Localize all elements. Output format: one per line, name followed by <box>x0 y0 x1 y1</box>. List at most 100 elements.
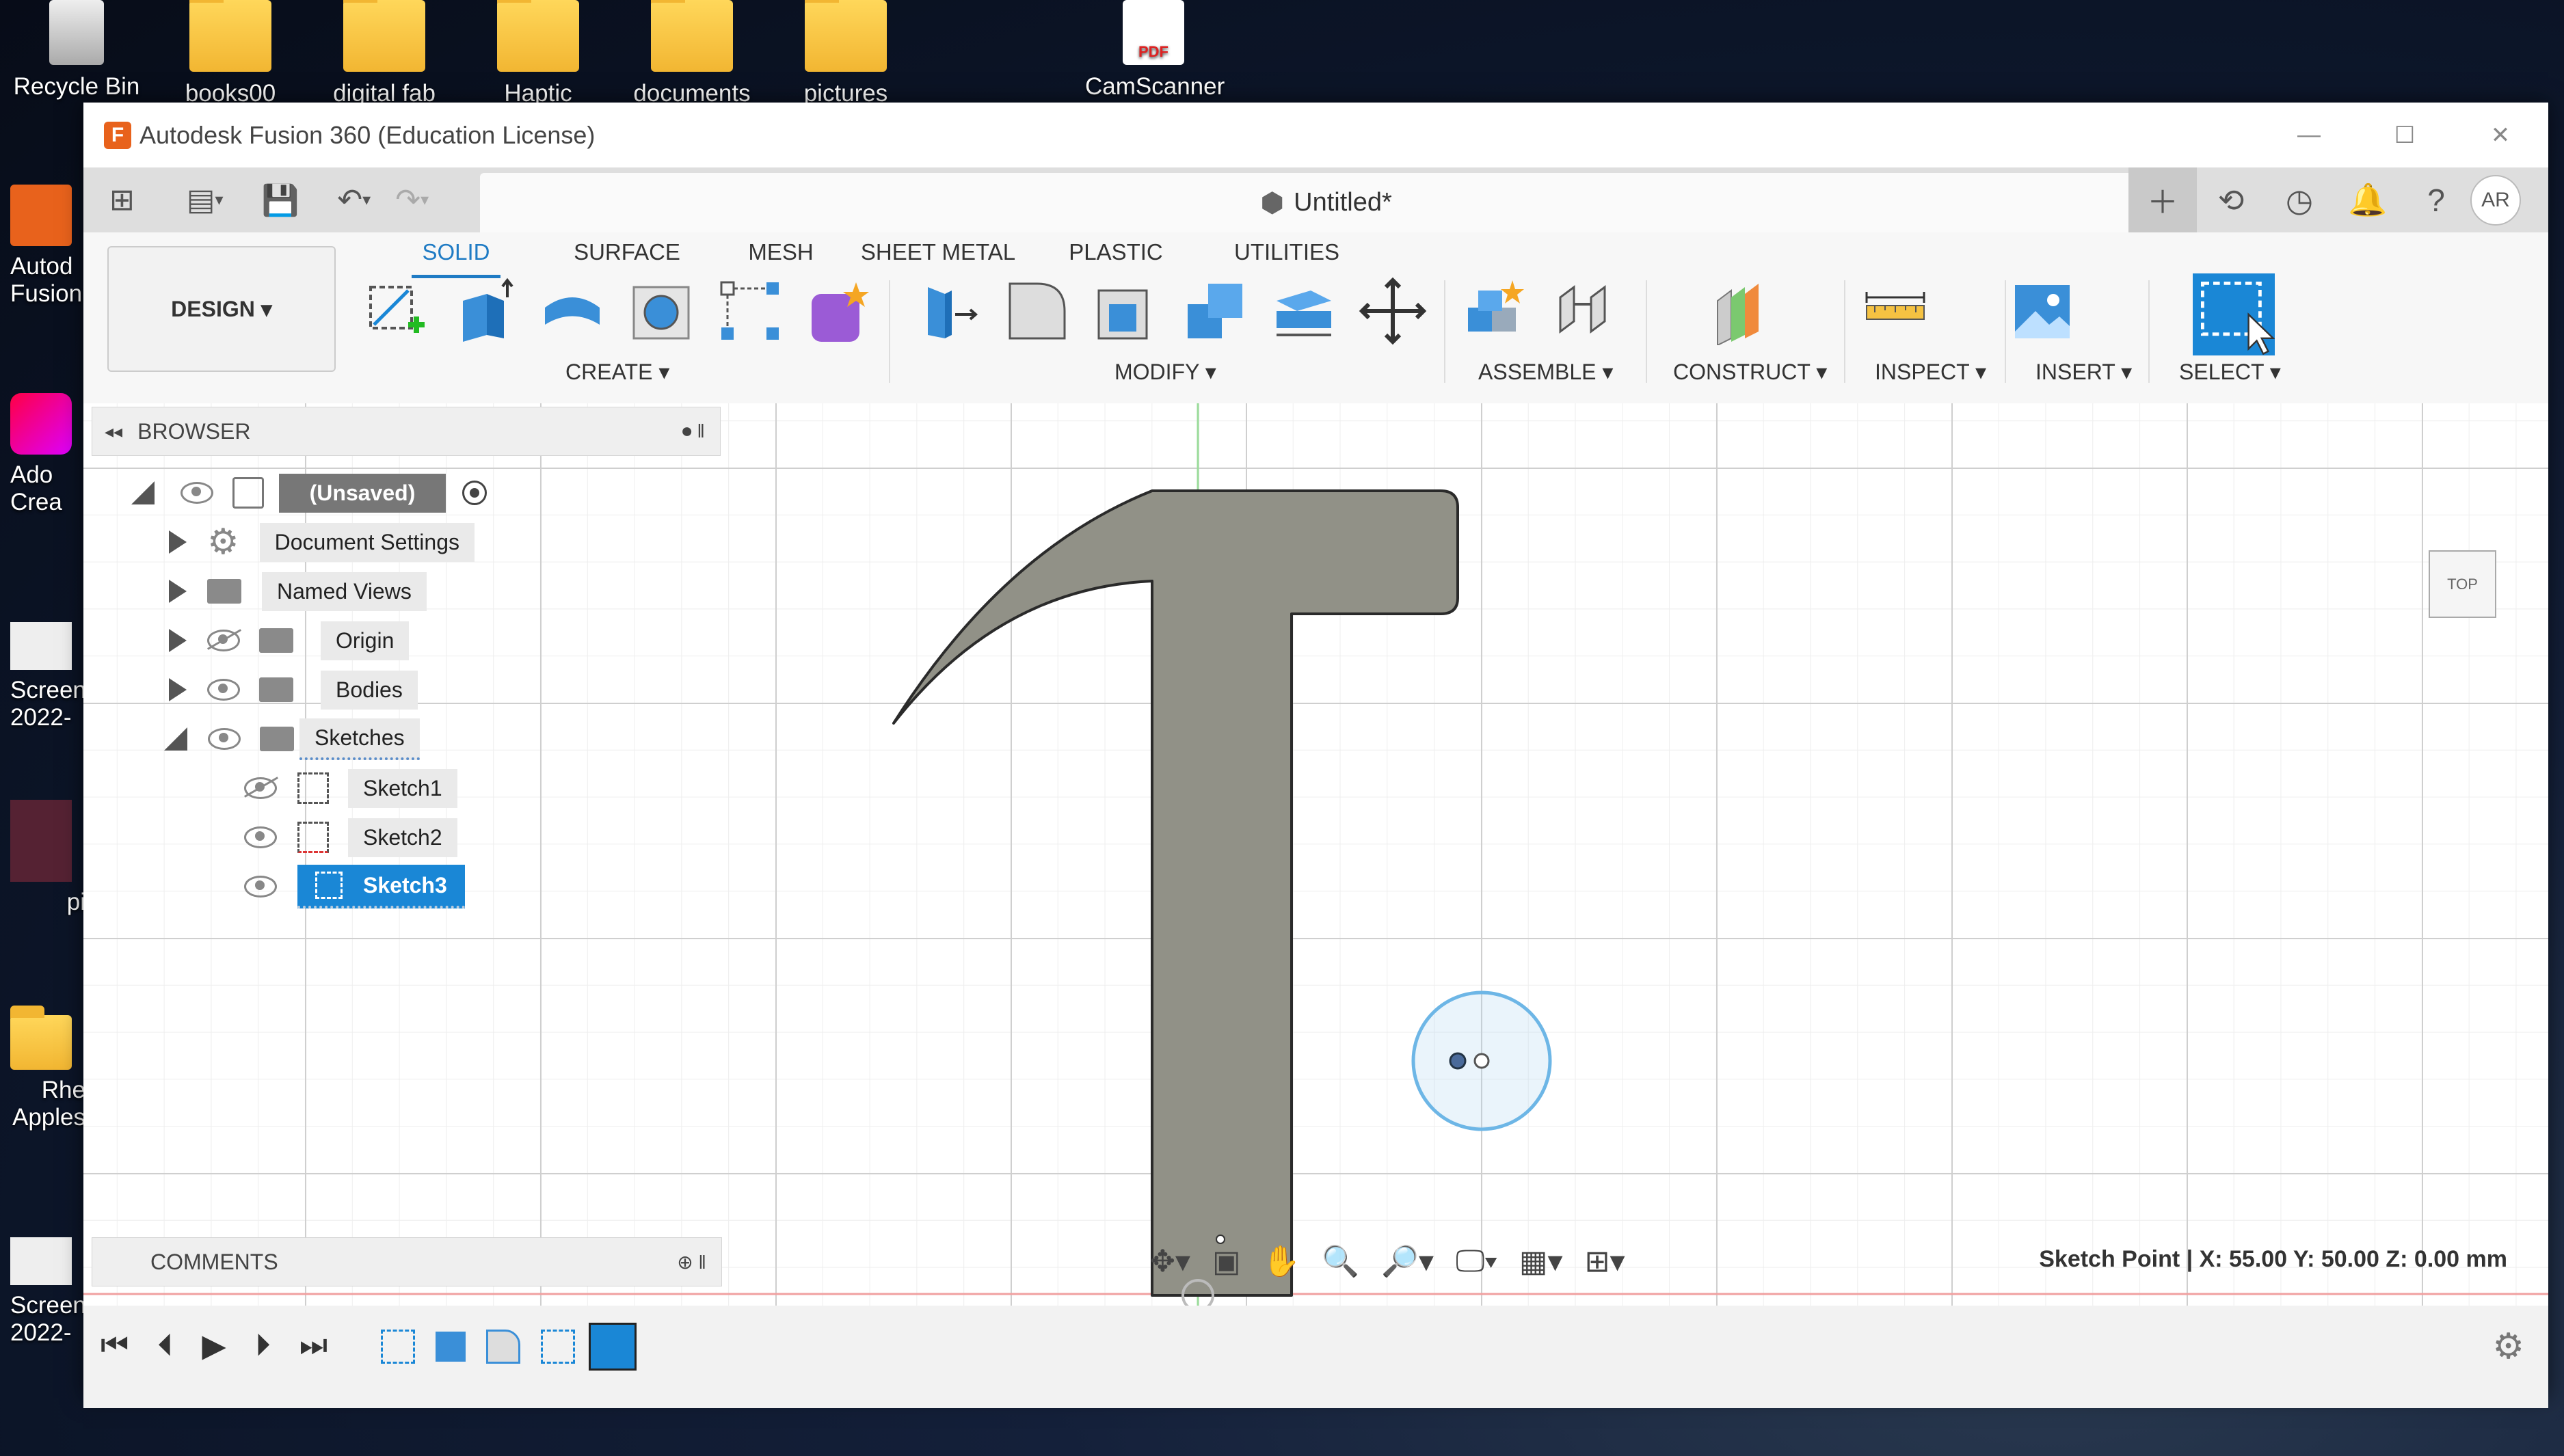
desktop-icon-screenshot-2[interactable]: Screen 2022- <box>10 1237 85 1347</box>
close-button[interactable]: ✕ <box>2453 103 2548 167</box>
orbit-icon[interactable]: ✥▾ <box>1150 1244 1190 1279</box>
maximize-button[interactable]: ☐ <box>2357 103 2453 167</box>
tab-solid[interactable]: SOLID <box>412 239 500 278</box>
select-group-label[interactable]: SELECT ▾ <box>2179 359 2281 385</box>
tab-surface[interactable]: SURFACE <box>562 239 692 278</box>
timeline-sketch-icon[interactable] <box>381 1330 415 1364</box>
browser-row-sketch1[interactable]: Sketch1 <box>244 764 457 813</box>
inspect-group-label[interactable]: INSPECT ▾ <box>1875 359 1986 385</box>
notifications-bell-icon[interactable]: 🔔 <box>2334 167 2402 232</box>
desktop-icon-autodesk-fusion[interactable]: Autod Fusion <box>10 185 85 308</box>
step-back-icon[interactable]: ⏴ <box>157 1326 173 1364</box>
grid-snaps-icon[interactable]: ▦▾ <box>1519 1244 1563 1279</box>
new-component-icon[interactable] <box>1461 277 1530 345</box>
collapse-panel-icon[interactable]: ◂◂ <box>105 421 122 442</box>
create-sketch-icon[interactable] <box>360 277 429 345</box>
hidden-eye-icon[interactable] <box>207 630 240 651</box>
visibility-eye-icon[interactable] <box>207 679 240 701</box>
insert-group-label[interactable]: INSERT ▾ <box>2035 359 2132 385</box>
timeline-extrude-icon[interactable] <box>436 1332 466 1362</box>
desktop-icon-recycle-bin[interactable]: Recycle Bin <box>8 0 145 100</box>
save-icon[interactable]: 💾 <box>250 167 312 232</box>
desktop-icon-adobe-creative[interactable]: Ado Crea <box>10 393 85 516</box>
browser-row-sketch2[interactable]: Sketch2 <box>244 813 457 862</box>
browser-root-row[interactable]: (Unsaved) <box>131 468 487 517</box>
timeline-sketch-icon[interactable] <box>541 1330 575 1364</box>
fillet-icon[interactable] <box>1003 277 1071 345</box>
look-at-icon[interactable]: ▣ <box>1212 1244 1241 1279</box>
expand-triangle-icon[interactable] <box>169 678 187 701</box>
timeline-settings-gear-icon[interactable]: ⚙ <box>2492 1326 2524 1367</box>
comments-panel[interactable]: COMMENTS ⊕ ‖ <box>92 1237 722 1286</box>
joint-icon[interactable] <box>1550 277 1618 345</box>
combine-icon[interactable] <box>1181 277 1249 345</box>
play-icon[interactable]: ▶ <box>202 1327 226 1364</box>
hole-icon[interactable] <box>627 277 695 345</box>
construct-group-label[interactable]: CONSTRUCT ▾ <box>1673 359 1827 385</box>
undo-icon[interactable]: ↶ ▾ <box>325 167 383 232</box>
job-status-icon[interactable]: ◷ <box>2265 167 2334 232</box>
revolve-icon[interactable] <box>538 277 606 345</box>
file-menu-icon[interactable]: ▤ ▾ <box>174 167 236 232</box>
shell-icon[interactable] <box>1092 277 1160 345</box>
desktop-icon-pictures[interactable]: pictures <box>777 0 914 107</box>
desktop-icon-pi[interactable]: pi <box>10 800 85 916</box>
comments-options-icon[interactable]: ⊕ ‖ <box>677 1251 706 1273</box>
redo-icon[interactable]: ↷ ▾ <box>383 167 441 232</box>
desktop-icon-rhe-apples[interactable]: Rhe Apples <box>10 1005 85 1131</box>
zoom-window-icon[interactable]: 🔎▾ <box>1381 1243 1434 1279</box>
tab-sheet-metal[interactable]: SHEET METAL <box>856 239 1020 278</box>
new-tab-icon[interactable]: ＋ <box>2128 167 2197 232</box>
move-copy-icon[interactable] <box>1359 277 1427 345</box>
timeline-current-sketch-icon[interactable] <box>589 1323 637 1371</box>
measure-icon[interactable] <box>1861 277 1929 345</box>
create-form-icon[interactable] <box>805 277 873 345</box>
offset-face-icon[interactable] <box>1270 277 1338 345</box>
desktop-icon-documents[interactable]: documents <box>624 0 760 107</box>
press-pull-icon[interactable] <box>914 277 983 345</box>
extensions-icon[interactable]: ⟲ <box>2197 167 2265 232</box>
browser-row-sketches[interactable]: Sketches <box>164 714 420 764</box>
expand-triangle-icon[interactable] <box>169 530 187 554</box>
minimize-button[interactable]: — <box>2261 103 2357 167</box>
pan-hand-icon[interactable]: ✋ <box>1263 1243 1300 1279</box>
hidden-eye-icon[interactable] <box>244 777 277 799</box>
viewports-icon[interactable]: ⊞▾ <box>1585 1244 1625 1279</box>
help-icon[interactable]: ? <box>2402 167 2470 232</box>
data-panel-grid-icon[interactable]: ⊞ <box>97 167 147 232</box>
expand-triangle-icon[interactable] <box>169 580 187 603</box>
browser-row-named-views[interactable]: Named Views <box>169 567 427 616</box>
modify-group-label[interactable]: MODIFY ▾ <box>1114 359 1216 385</box>
create-group-label[interactable]: CREATE ▾ <box>565 359 669 385</box>
workspace-switcher-button[interactable]: DESIGN ▾ <box>107 246 336 372</box>
browser-row-sketch3[interactable]: Sketch3 <box>244 862 465 911</box>
insert-image-icon[interactable] <box>2008 277 2076 345</box>
go-to-end-icon[interactable]: ⏭ <box>299 1326 328 1364</box>
browser-row-origin[interactable]: Origin <box>169 616 410 665</box>
desktop-icon-camscanner[interactable]: PDF CamScanner <box>1085 0 1225 100</box>
desktop-icon-books00[interactable]: books00 <box>162 0 299 107</box>
visibility-eye-icon[interactable] <box>244 876 277 898</box>
document-tab[interactable]: ⬢ Untitled* ✕ <box>480 173 2172 232</box>
expand-triangle-icon[interactable] <box>169 629 187 652</box>
view-cube[interactable]: TOP <box>2429 550 2496 618</box>
extrude-icon[interactable] <box>449 277 518 345</box>
desktop-icon-haptic[interactable]: Haptic <box>470 0 606 107</box>
browser-row-document-settings[interactable]: ⚙ Document Settings <box>169 517 475 567</box>
user-avatar[interactable]: AR <box>2470 174 2521 226</box>
browser-options-icon[interactable]: ⏺ ‖ <box>682 420 705 443</box>
tab-utilities[interactable]: UTILITIES <box>1222 239 1352 278</box>
pattern-icon[interactable] <box>716 277 784 345</box>
display-settings-icon[interactable]: 🖵▾ <box>1456 1244 1497 1278</box>
select-icon[interactable] <box>2193 273 2275 355</box>
offset-plane-icon[interactable] <box>1704 277 1772 345</box>
activate-radio-icon[interactable] <box>462 481 487 505</box>
tab-plastic[interactable]: PLASTIC <box>1065 239 1167 278</box>
visibility-eye-icon[interactable] <box>181 482 213 504</box>
assemble-group-label[interactable]: ASSEMBLE ▾ <box>1478 359 1613 385</box>
collapse-triangle-icon[interactable] <box>164 727 187 751</box>
tab-mesh[interactable]: MESH <box>740 239 822 278</box>
visibility-eye-icon[interactable] <box>208 728 241 750</box>
timeline-fillet-icon[interactable] <box>486 1330 520 1364</box>
desktop-icon-digital-fab[interactable]: digital fab <box>316 0 453 107</box>
